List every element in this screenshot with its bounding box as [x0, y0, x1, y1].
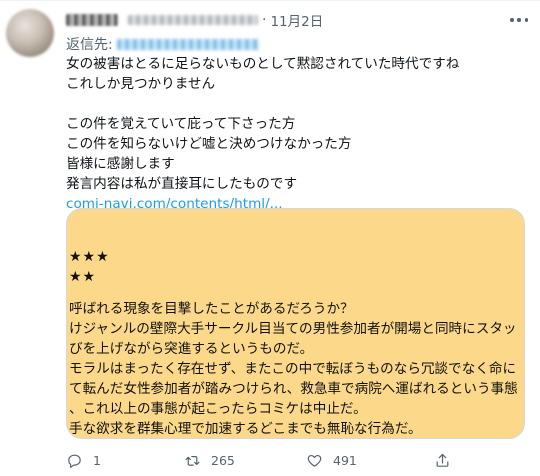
- reply-count: 1: [93, 452, 101, 468]
- reply-target-redacted[interactable]: [116, 38, 259, 50]
- card-text-line: モラルはまったく存在せず、またこの中で転ぼうものなら冗談でなく命に: [69, 361, 517, 377]
- comment-icon: [68, 454, 81, 468]
- tweet-date[interactable]: 11月2日: [270, 10, 323, 30]
- tweet-line: 発言内容は私が直接耳にしたものです: [66, 176, 298, 192]
- card-stars: ★★: [69, 269, 97, 285]
- card-text-line: けジャンルの壁際大手サークル目当ての男性参加者が開場と同時にスタッ: [69, 321, 517, 337]
- card-text-line: 手な欲求を群集心理で加速するどこまでも無恥な行為だ。: [69, 421, 422, 437]
- like-button[interactable]: 491: [306, 450, 357, 470]
- retweet-button[interactable]: 265: [184, 450, 235, 470]
- tweet-line: これしか見つかりません: [66, 76, 216, 92]
- tweet-header: · 11月2日: [66, 10, 323, 30]
- heart-icon: [307, 454, 322, 467]
- tweet-line: この件を知らないけど嘘と決めつけなかった方: [66, 136, 352, 152]
- retweet-count: 265: [211, 452, 235, 468]
- retweet-icon: [185, 455, 200, 466]
- tweet-text: 女の被害はとるに足らないものとして黙認されていた時代ですね これしか見つかりませ…: [66, 54, 526, 214]
- attached-image[interactable]: ★★★ ★★ 呼ばれる現象を目撃したことがあるだろうか？ けジャンルの壁際大手サ…: [66, 208, 525, 439]
- tweet: · 11月2日 返信先: 女の被害はとるに足らないものとして黙認されていた時代で…: [0, 0, 540, 476]
- tweet-line: この件を覚えていて庇って下さった方: [66, 116, 296, 132]
- tweet-line: 皆様に感謝します: [66, 156, 175, 172]
- card-text-line: て転んだ女性参加者が踏みつけられ、救急車で病院へ運ばれるという事態: [69, 381, 518, 397]
- card-stars: ★★★: [69, 249, 110, 265]
- header-separator: ·: [262, 12, 267, 28]
- more-options-icon[interactable]: [510, 13, 528, 27]
- share-button[interactable]: [434, 450, 451, 470]
- avatar[interactable]: [6, 9, 54, 57]
- like-count: 491: [333, 452, 357, 468]
- card-text-line: 呼ばれる現象を目撃したことがあるだろうか？: [69, 301, 354, 317]
- replying-to-label: 返信先:: [66, 37, 113, 53]
- tweet-line: 女の被害はとるに足らないものとして黙認されていた時代ですね: [66, 56, 460, 72]
- display-name-redacted[interactable]: [66, 14, 118, 26]
- share-icon: [436, 453, 449, 467]
- replying-to: 返信先:: [66, 34, 259, 54]
- reply-button[interactable]: 1: [66, 450, 101, 470]
- card-text-line: 、これ以上の事態が起こったらコミケは中止だ。: [69, 401, 367, 417]
- user-handle-redacted[interactable]: [128, 15, 258, 25]
- tweet-actions: 1 265 491: [66, 450, 526, 470]
- card-text-line: びを上げながら突進するというものだ。: [69, 341, 314, 357]
